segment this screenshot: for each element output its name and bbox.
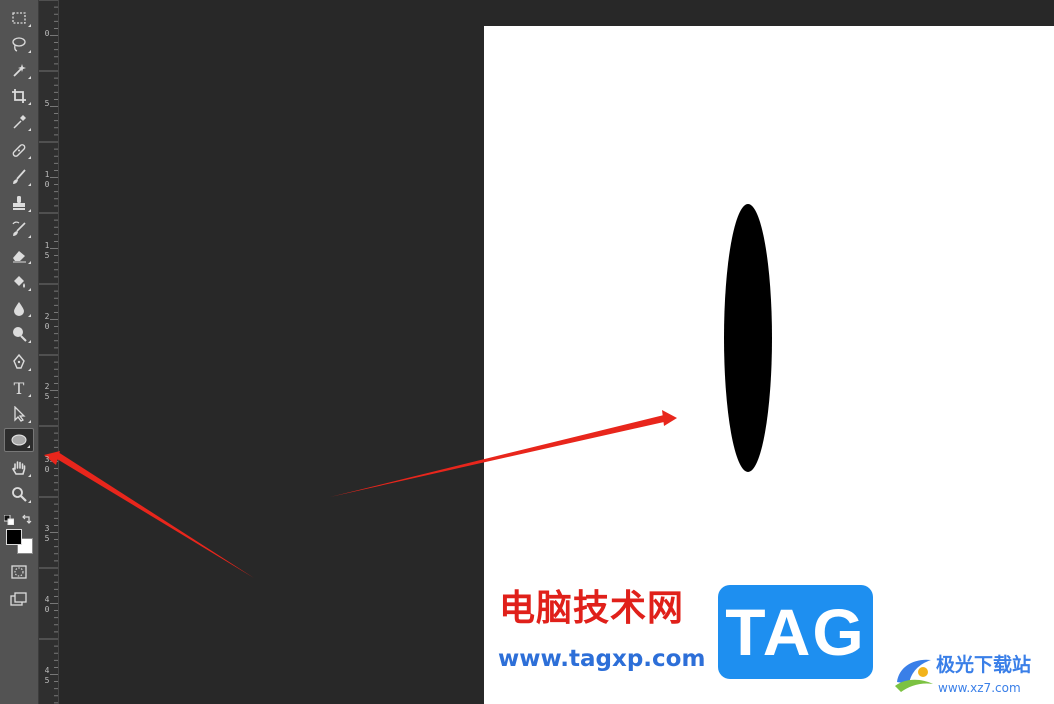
- ruler-tick-label: 3: [44, 455, 50, 464]
- annotation-arrowhead-right: [662, 410, 677, 426]
- ruler-tick-label: 2: [44, 382, 50, 391]
- ellipse-shape[interactable]: [724, 204, 772, 472]
- watermark-tag-logo: TAG: [718, 585, 873, 679]
- ruler-tick-label: 5: [44, 676, 50, 685]
- ruler-tick-label: 5: [44, 251, 50, 260]
- watermark-site-url: www.tagxp.com: [498, 646, 706, 672]
- annotation-arrow-shaft-left: [52, 452, 254, 578]
- ruler-tick-label: 5: [44, 392, 50, 401]
- ruler-tick-label: 0: [44, 605, 50, 614]
- ruler-tick-label: 5: [44, 534, 50, 543]
- ruler-tick-label: 3: [44, 524, 50, 533]
- ruler-tick-label: 1: [44, 241, 50, 250]
- ruler-tick-label: 0: [44, 29, 50, 38]
- ruler-tick-label: 4: [44, 595, 50, 604]
- ruler-tick-label: 4: [44, 666, 50, 675]
- ruler-tick-label: 0: [44, 322, 50, 331]
- annotation-arrow-shaft-right: [330, 414, 668, 497]
- ruler-tick-label: 1: [44, 170, 50, 179]
- ruler-tick-label: 5: [44, 99, 50, 108]
- ruler-tick-label: 2: [44, 312, 50, 321]
- watermark-site2-name: 极光下载站: [936, 654, 1032, 676]
- watermark-site-name: 电脑技术网: [499, 588, 685, 629]
- ruler-tick-label: 0: [44, 465, 50, 474]
- aurora-logo-icon: [895, 659, 933, 692]
- ruler-tick-label: 0: [44, 180, 50, 189]
- watermark-site2-url: www.xz7.com: [938, 681, 1021, 695]
